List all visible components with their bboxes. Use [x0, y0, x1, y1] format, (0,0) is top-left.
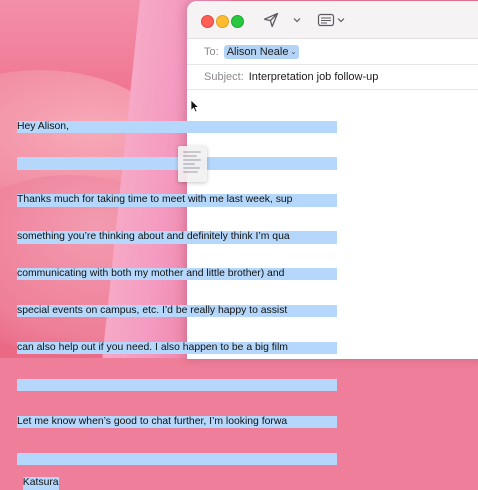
recipient-token[interactable]: Alison Neale ⌄	[223, 45, 300, 59]
chevron-down-icon	[337, 18, 345, 23]
window-toolbar	[187, 1, 478, 39]
preview-line	[183, 171, 198, 173]
to-label: To:	[204, 46, 219, 58]
message-format-icon	[317, 13, 335, 27]
subject-value: Interpretation job follow-up	[248, 71, 379, 83]
chevron-down-icon	[293, 18, 301, 23]
body-line: communicating with both my mother and li…	[17, 268, 337, 281]
body-line: Katsura	[22, 477, 59, 490]
preview-line	[183, 163, 195, 165]
preview-line	[183, 167, 200, 169]
body-line: can also help out if you need. I also ha…	[17, 341, 337, 355]
body-line: Thanks much for taking time to meet with…	[17, 194, 337, 207]
format-button[interactable]	[317, 11, 335, 29]
recipient-name: Alison Neale	[226, 46, 289, 58]
to-field[interactable]: To: Alison Neale ⌄	[187, 40, 478, 65]
preview-line	[183, 151, 201, 153]
format-options-button[interactable]	[337, 11, 345, 29]
send-options-button[interactable]	[293, 11, 301, 29]
preview-line	[183, 155, 197, 157]
body-line: Let me know when’s good to chat further,…	[17, 415, 337, 429]
minimize-button[interactable]	[216, 15, 229, 28]
close-button[interactable]	[201, 15, 214, 28]
arrow-cursor-icon	[190, 99, 200, 113]
paper-plane-icon	[263, 12, 279, 28]
body-line	[17, 378, 337, 392]
subject-field[interactable]: Subject: Interpretation job follow-up	[187, 65, 478, 90]
body-line: special events on campus, etc. I’d be re…	[17, 305, 337, 318]
send-button[interactable]	[263, 11, 279, 29]
dragged-text-preview[interactable]	[178, 146, 207, 182]
body-line: Hey Alison,	[17, 120, 337, 133]
body-line	[17, 157, 337, 170]
subject-label: Subject:	[204, 71, 244, 83]
message-body[interactable]: Hey Alison, Thanks much for taking time …	[17, 96, 337, 490]
zoom-button[interactable]	[231, 15, 244, 28]
chevron-down-icon: ⌄	[290, 49, 297, 56]
preview-line	[183, 159, 201, 161]
body-line	[17, 452, 337, 465]
body-line: something you’re thinking about and defi…	[17, 231, 337, 244]
